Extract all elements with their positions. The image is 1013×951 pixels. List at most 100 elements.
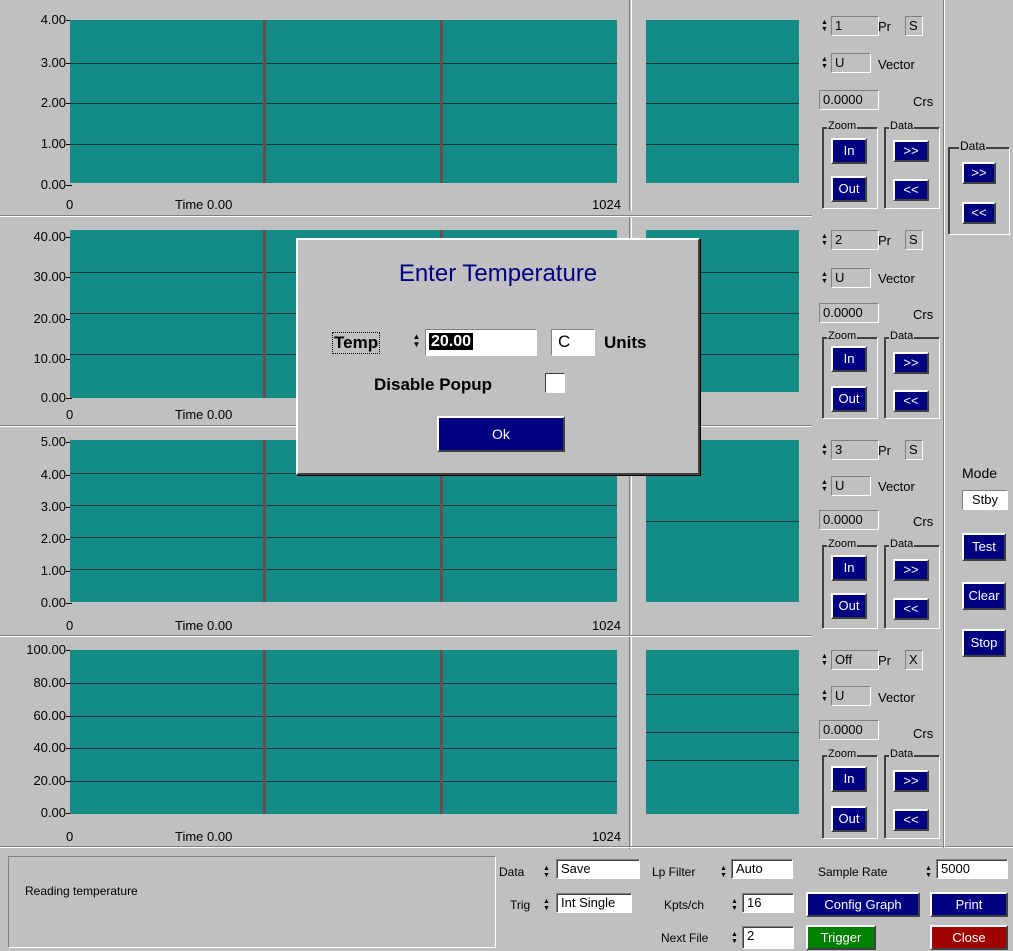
channel-select[interactable]: 3 bbox=[831, 440, 879, 460]
unit-spinner[interactable]: ▲ ▼ bbox=[820, 271, 829, 285]
data-prev-button[interactable]: << bbox=[893, 179, 929, 201]
unit-select[interactable]: U bbox=[831, 53, 871, 73]
channel-spinner[interactable]: ▲ ▼ bbox=[820, 653, 829, 667]
data-prev-button[interactable]: << bbox=[893, 598, 929, 620]
channel-spinner[interactable]: ▲ ▼ bbox=[820, 443, 829, 457]
lp-filter-spinner[interactable]: ▲ ▼ bbox=[719, 865, 728, 879]
data-prev-button[interactable]: << bbox=[893, 809, 929, 831]
trig-spinner[interactable]: ▲ ▼ bbox=[542, 898, 551, 912]
zoom-out-button[interactable]: Out bbox=[831, 386, 867, 412]
next-file-field[interactable]: 2 bbox=[742, 926, 794, 949]
y-tick: 20.00 bbox=[0, 312, 72, 326]
trig-field[interactable]: Int Single bbox=[556, 893, 632, 913]
unit-select[interactable]: U bbox=[831, 686, 871, 706]
zoom-group: Zoom In Out bbox=[822, 538, 878, 629]
stop-button[interactable]: Stop bbox=[962, 629, 1006, 657]
sample-rate-spinner[interactable]: ▲ ▼ bbox=[924, 865, 933, 879]
channel-panel-1: 4.00 3.00 2.00 1.00 0.00 0 Time 0.00 102… bbox=[0, 0, 812, 212]
sample-rate-field[interactable]: 5000 bbox=[936, 859, 1008, 879]
zoom-in-button[interactable]: In bbox=[831, 766, 867, 792]
spectrum-graph[interactable] bbox=[646, 650, 799, 814]
channel-select[interactable]: Off bbox=[831, 650, 879, 670]
y-tick: 40.00 bbox=[0, 230, 72, 244]
global-data-next-button[interactable]: >> bbox=[962, 162, 996, 184]
channel-controls-1: ▲ ▼ 1 Pr S ▲ ▼ U Vector 0.0000 Crs Zoom In… bbox=[816, 0, 944, 215]
data-next-button[interactable]: >> bbox=[893, 770, 929, 792]
crs-value[interactable]: 0.0000 bbox=[819, 90, 879, 110]
zoom-out-button[interactable]: Out bbox=[831, 806, 867, 832]
data-next-button[interactable]: >> bbox=[893, 559, 929, 581]
unit-spinner[interactable]: ▲ ▼ bbox=[820, 689, 829, 703]
unit-spinner[interactable]: ▲ ▼ bbox=[820, 56, 829, 70]
x-start-label: 0 bbox=[66, 618, 74, 633]
unit-select[interactable]: U bbox=[831, 268, 871, 288]
zoom-out-button[interactable]: Out bbox=[831, 176, 867, 202]
cursor-line[interactable] bbox=[263, 440, 266, 602]
status-message: Reading temperature bbox=[25, 884, 138, 898]
crs-label: Crs bbox=[913, 94, 934, 109]
channel-select[interactable]: 1 bbox=[831, 16, 879, 36]
crs-value[interactable]: 0.0000 bbox=[819, 303, 879, 323]
crs-label: Crs bbox=[913, 726, 934, 741]
trigger-button[interactable]: Trigger bbox=[806, 925, 876, 950]
cursor-line[interactable] bbox=[263, 650, 266, 814]
channel-spinner[interactable]: ▲ ▼ bbox=[820, 19, 829, 33]
y-tick: 30.00 bbox=[0, 270, 72, 284]
temp-input[interactable]: 20.00 bbox=[425, 329, 537, 356]
kpts-spinner[interactable]: ▲ ▼ bbox=[730, 898, 739, 912]
clear-button[interactable]: Clear bbox=[962, 582, 1006, 610]
zoom-in-button[interactable]: In bbox=[831, 138, 867, 164]
s-toggle[interactable]: S bbox=[905, 16, 923, 36]
zoom-out-button[interactable]: Out bbox=[831, 593, 867, 619]
crs-value[interactable]: 0.0000 bbox=[819, 510, 879, 530]
unit-spinner[interactable]: ▲ ▼ bbox=[820, 479, 829, 493]
data-prev-button[interactable]: << bbox=[893, 390, 929, 412]
x-toggle[interactable]: X bbox=[905, 650, 923, 670]
data-next-button[interactable]: >> bbox=[893, 352, 929, 374]
y-tick: 0.00 bbox=[0, 178, 72, 192]
channel-spinner[interactable]: ▲ ▼ bbox=[820, 233, 829, 247]
spectrum-graph[interactable] bbox=[646, 20, 799, 183]
s-toggle[interactable]: S bbox=[905, 440, 923, 460]
data-next-button[interactable]: >> bbox=[893, 140, 929, 162]
channel-select[interactable]: 2 bbox=[831, 230, 879, 250]
waveform-graph[interactable] bbox=[70, 650, 617, 814]
unit-select[interactable]: U bbox=[831, 476, 871, 496]
temp-spinner[interactable]: ▲ ▼ bbox=[412, 333, 421, 349]
global-data-group: Data >> << bbox=[948, 140, 1010, 235]
units-label: Units bbox=[604, 333, 647, 352]
disable-popup-checkbox[interactable] bbox=[545, 373, 565, 393]
time-label: Time 0.00 bbox=[175, 829, 233, 844]
s-toggle[interactable]: S bbox=[905, 230, 923, 250]
cursor-line[interactable] bbox=[263, 20, 266, 183]
global-data-prev-button[interactable]: << bbox=[962, 202, 996, 224]
channel-controls-3: ▲ ▼ 3 Pr S ▲ ▼ U Vector 0.0000 Crs Zoom In… bbox=[816, 428, 944, 638]
data-mode-spinner[interactable]: ▲ ▼ bbox=[542, 865, 551, 879]
pr-label: Pr bbox=[878, 443, 891, 458]
crs-value[interactable]: 0.0000 bbox=[819, 720, 879, 740]
lp-filter-label: Lp Filter bbox=[652, 865, 696, 879]
lp-filter-field[interactable]: Auto bbox=[731, 859, 793, 879]
pr-label: Pr bbox=[878, 653, 891, 668]
zoom-in-button[interactable]: In bbox=[831, 555, 867, 581]
close-button[interactable]: Close bbox=[930, 925, 1008, 950]
mode-select[interactable]: Stby bbox=[962, 490, 1008, 510]
y-tick: 0.00 bbox=[0, 806, 72, 820]
y-tick: 80.00 bbox=[0, 676, 72, 690]
zoom-in-button[interactable]: In bbox=[831, 346, 867, 372]
cursor-line[interactable] bbox=[263, 230, 266, 398]
test-button[interactable]: Test bbox=[962, 533, 1006, 561]
kpts-field[interactable]: 16 bbox=[742, 893, 794, 913]
cursor-line[interactable] bbox=[440, 20, 443, 183]
print-button[interactable]: Print bbox=[930, 892, 1008, 917]
y-tick: 2.00 bbox=[0, 96, 72, 110]
waveform-graph[interactable] bbox=[70, 20, 617, 183]
ok-button[interactable]: Ok bbox=[437, 416, 565, 452]
cursor-line[interactable] bbox=[440, 650, 443, 814]
next-file-spinner[interactable]: ▲ ▼ bbox=[730, 931, 739, 945]
unit-field[interactable]: C bbox=[551, 329, 595, 356]
data-mode-field[interactable]: Save bbox=[556, 859, 640, 879]
dialog-title: Enter Temperature bbox=[398, 260, 598, 287]
data-mode-label: Data bbox=[499, 865, 525, 879]
config-graph-button[interactable]: Config Graph bbox=[806, 892, 920, 917]
